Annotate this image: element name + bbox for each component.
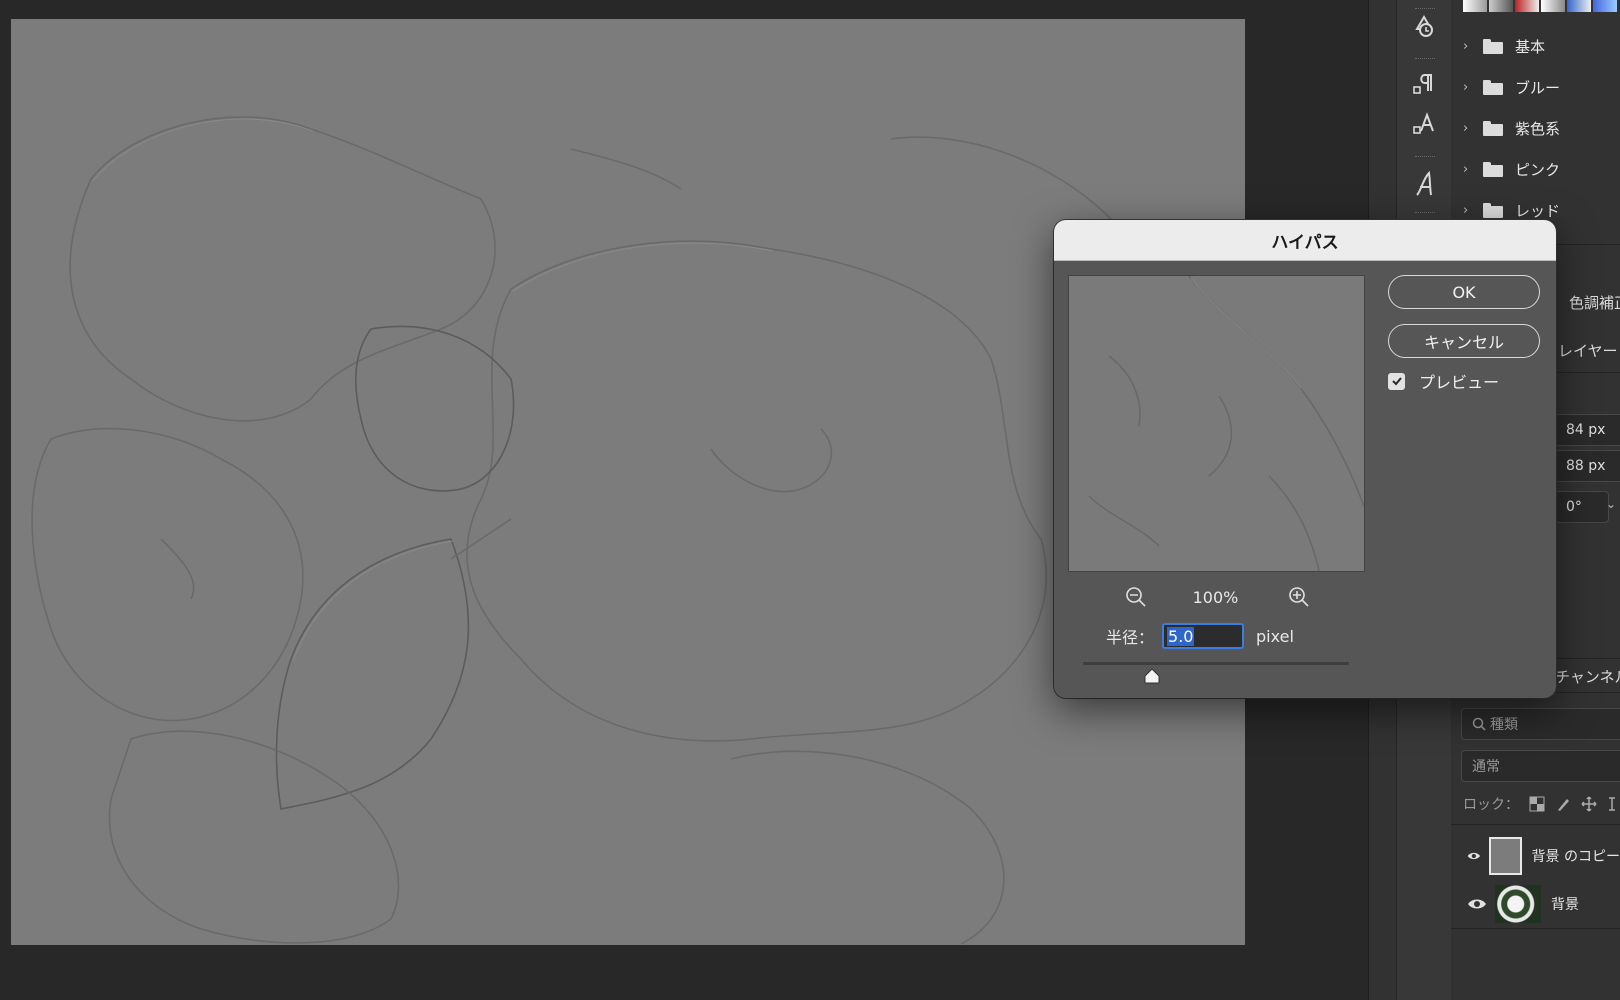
height-value: 88 px [1566,458,1606,474]
folder-label: 基本 [1515,37,1546,56]
visibility-eye-icon[interactable] [1467,850,1481,862]
high-pass-dialog: ハイパス 100% 半径： 5.0 pixel OK キャンセル プレビュー [1054,220,1556,698]
preview-label: プレビュー [1419,373,1500,392]
zoom-in-icon[interactable] [1287,585,1311,609]
search-icon [1472,717,1486,731]
folder-label: ピンク [1515,160,1561,179]
layer-filter-field[interactable]: 種類 [1461,708,1620,740]
swatch-folder-purple[interactable]: › 紫色系 [1451,108,1620,148]
checkmark-icon [1391,377,1402,386]
tab-adjustments[interactable]: 色調補正 [1569,292,1620,313]
blend-mode-select[interactable]: 通常 [1461,750,1620,782]
folder-label: レッド [1515,201,1561,220]
width-value: 84 px [1566,422,1606,438]
layer-name: 背景 のコピー [1531,849,1620,865]
swatch-strip [1463,0,1617,12]
radius-value: 5.0 [1167,626,1195,646]
chevron-down-icon[interactable]: ⌄ [1606,497,1616,511]
swatch-folder-basic[interactable]: › 基本 [1451,26,1620,66]
layer-row-background[interactable]: 背景 [1451,880,1620,928]
blend-mode-value: 通常 [1472,759,1500,775]
layer-row-background-copy[interactable]: 背景 のコピー [1451,832,1620,880]
zoom-controls: 100% [1068,578,1363,614]
grip-handle[interactable] [1415,156,1435,160]
layer-thumbnail [1495,885,1541,923]
radius-label: 半径： [1106,628,1155,647]
preview-checkbox[interactable] [1388,372,1405,390]
tab-channels[interactable]: チャンネル [1555,666,1620,687]
layer-filter-placeholder: 種類 [1490,717,1518,733]
lock-transparency-icon[interactable] [1529,796,1545,812]
swatch[interactable] [1463,0,1487,12]
property-layer-label: レイヤー [1558,342,1618,360]
lock-move-icon[interactable] [1581,796,1597,812]
chevron-right-icon[interactable]: › [1463,80,1477,95]
preview-checkbox-row[interactable]: プレビュー [1388,369,1499,393]
folder-icon [1483,79,1503,95]
chevron-right-icon[interactable]: › [1463,162,1477,177]
width-field[interactable]: 84 px [1555,414,1620,446]
lock-row: ロック： [1463,794,1617,814]
glyphs-icon[interactable] [1403,164,1445,204]
zoom-level: 100% [1192,588,1239,607]
filter-preview[interactable] [1068,275,1365,572]
character-style-icon[interactable] [1403,104,1445,144]
lock-label: ロック： [1463,797,1519,813]
swatch-folder-blue[interactable]: › ブルー [1451,67,1620,107]
swatch[interactable] [1489,0,1513,12]
divider [1451,928,1620,929]
radius-input[interactable]: 5.0 [1162,623,1245,649]
folder-icon [1483,120,1503,136]
layer-name: 背景 [1551,897,1579,913]
swatch-folder-pink[interactable]: › ピンク [1451,149,1620,189]
radius-row: 半径： 5.0 pixel [1106,620,1294,652]
preview-image [1088,276,1364,571]
chevron-right-icon[interactable]: › [1463,39,1477,54]
dialog-title: ハイパス [1054,220,1556,261]
history-brush-icon[interactable] [1403,6,1445,46]
paragraph-icon[interactable] [1403,64,1445,104]
grip-handle[interactable] [1415,58,1435,62]
folder-label: ブルー [1515,78,1561,97]
swatch[interactable] [1541,0,1565,12]
divider [1451,824,1620,825]
folder-icon [1483,38,1503,54]
radius-unit: pixel [1256,626,1294,646]
cancel-button[interactable]: キャンセル [1388,324,1540,358]
grip-handle[interactable] [1415,212,1435,216]
swatch[interactable] [1515,0,1539,12]
folder-label: 紫色系 [1515,119,1561,138]
lock-artboard-icon[interactable] [1607,796,1617,812]
radius-slider-thumb[interactable] [1143,668,1161,684]
angle-field[interactable]: 0° [1555,491,1609,523]
lock-brush-icon[interactable] [1555,796,1571,812]
folder-icon [1483,161,1503,177]
radius-slider-track[interactable] [1083,662,1349,665]
chevron-right-icon[interactable]: › [1463,121,1477,136]
swatch[interactable] [1593,0,1617,12]
ok-button[interactable]: OK [1388,275,1540,309]
chevron-right-icon[interactable]: › [1463,203,1477,218]
layer-thumbnail [1488,837,1522,875]
folder-icon [1483,202,1503,218]
visibility-eye-icon[interactable] [1467,898,1487,910]
height-field[interactable]: 88 px [1555,450,1620,482]
angle-value: 0° [1566,499,1582,515]
swatch[interactable] [1567,0,1591,12]
